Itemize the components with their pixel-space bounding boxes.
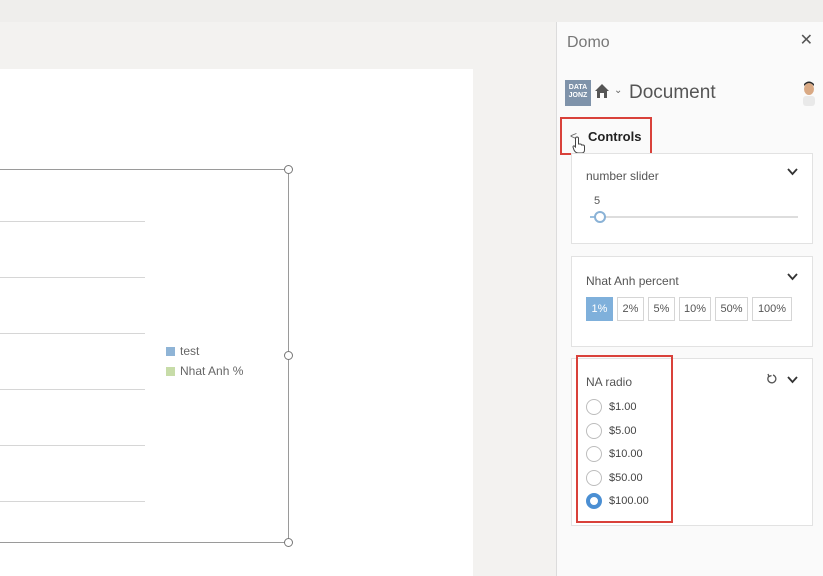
- legend-item-test: test: [166, 344, 199, 358]
- radio-label: $100.00: [609, 495, 649, 507]
- radio-option[interactable]: $100.00: [586, 493, 649, 509]
- radio-label: $5.00: [609, 424, 637, 437]
- radio-option[interactable]: $5.00: [586, 422, 637, 439]
- radio-title: NA radio: [586, 375, 633, 389]
- panel-title: Domo: [567, 34, 610, 51]
- resize-handle-top-right[interactable]: [284, 165, 293, 174]
- close-icon[interactable]: ✕: [800, 30, 813, 50]
- percent-option-5[interactable]: 5%: [648, 297, 675, 321]
- radio-option[interactable]: $50.00: [586, 469, 643, 486]
- percent-option-1[interactable]: 1%: [586, 297, 613, 321]
- percent-option-50[interactable]: 50%: [715, 297, 748, 321]
- document-canvas: test Nhat Anh %: [0, 22, 556, 576]
- radio-button[interactable]: [586, 399, 602, 415]
- percent-title: Nhat Anh percent: [586, 274, 679, 288]
- radio-label: $50.00: [609, 471, 643, 484]
- radio-button[interactable]: [586, 493, 602, 509]
- legend-swatch: [166, 346, 175, 356]
- chevron-down-icon[interactable]: [787, 167, 798, 179]
- chart-gridline: [0, 277, 145, 278]
- percent-option-100[interactable]: 100%: [752, 297, 792, 321]
- legend-label: Nhat Anh %: [180, 364, 244, 378]
- hand-pointer-icon: [572, 136, 585, 154]
- chart-gridline: [0, 221, 145, 222]
- radio-option[interactable]: $10.00: [586, 446, 643, 462]
- chevron-down-icon[interactable]: [787, 375, 798, 387]
- domo-side-panel: Domo ✕ DATA JONZ ⌄ Document < Controls n…: [556, 22, 823, 576]
- radio-label: $1.00: [609, 401, 637, 413]
- reset-icon[interactable]: [766, 373, 778, 385]
- legend-label: test: [180, 344, 200, 358]
- nhat-anh-percent-card: Nhat Anh percent 1% 2% 5% 10% 50% 100%: [571, 256, 813, 347]
- top-bar: [0, 0, 556, 22]
- logo-text: DATA: [568, 84, 588, 91]
- slider-handle[interactable]: [594, 211, 607, 223]
- chart-gridline: [0, 389, 145, 390]
- radio-option[interactable]: $1.00: [586, 399, 637, 415]
- chart-selection-frame[interactable]: test Nhat Anh %: [0, 165, 293, 547]
- resize-handle-bottom-right[interactable]: [284, 538, 293, 547]
- percent-option-10[interactable]: 10%: [679, 297, 711, 321]
- percent-option-2[interactable]: 2%: [617, 297, 644, 321]
- na-radio-card: NA radio $1.00 $5.00 $10.00 $50.00 $100.00: [571, 355, 813, 526]
- chart-gridline: [0, 445, 145, 446]
- logo-text: JONZ: [568, 92, 588, 99]
- chart-gridline: [0, 333, 145, 334]
- slider-value: 5: [594, 195, 601, 207]
- radio-button[interactable]: [586, 446, 602, 462]
- datajonz-logo: DATA JONZ: [565, 80, 591, 106]
- controls-label: Controls: [588, 129, 642, 144]
- number-slider-card: number slider 5: [571, 153, 813, 244]
- number-slider-title: number slider: [586, 169, 659, 183]
- chevron-down-icon[interactable]: [787, 272, 798, 284]
- controls-header[interactable]: < Controls: [560, 117, 652, 155]
- document-title: Document: [629, 82, 716, 103]
- number-slider[interactable]: [590, 211, 798, 223]
- document-page: test Nhat Anh %: [0, 69, 473, 576]
- legend-swatch: [166, 366, 175, 376]
- legend-item-nhat-anh: Nhat Anh %: [166, 364, 243, 378]
- document-header: DATA JONZ ⌄ Document: [565, 80, 817, 108]
- home-icon[interactable]: [594, 83, 610, 99]
- chevron-down-icon[interactable]: ⌄: [614, 85, 622, 96]
- avatar[interactable]: [801, 80, 817, 106]
- chart-gridline: [0, 501, 145, 502]
- radio-label: $10.00: [609, 448, 643, 460]
- radio-button[interactable]: [586, 422, 602, 439]
- resize-handle-right[interactable]: [284, 351, 293, 360]
- radio-button[interactable]: [586, 469, 602, 486]
- percent-button-group: 1% 2% 5% 10% 50% 100%: [586, 297, 792, 321]
